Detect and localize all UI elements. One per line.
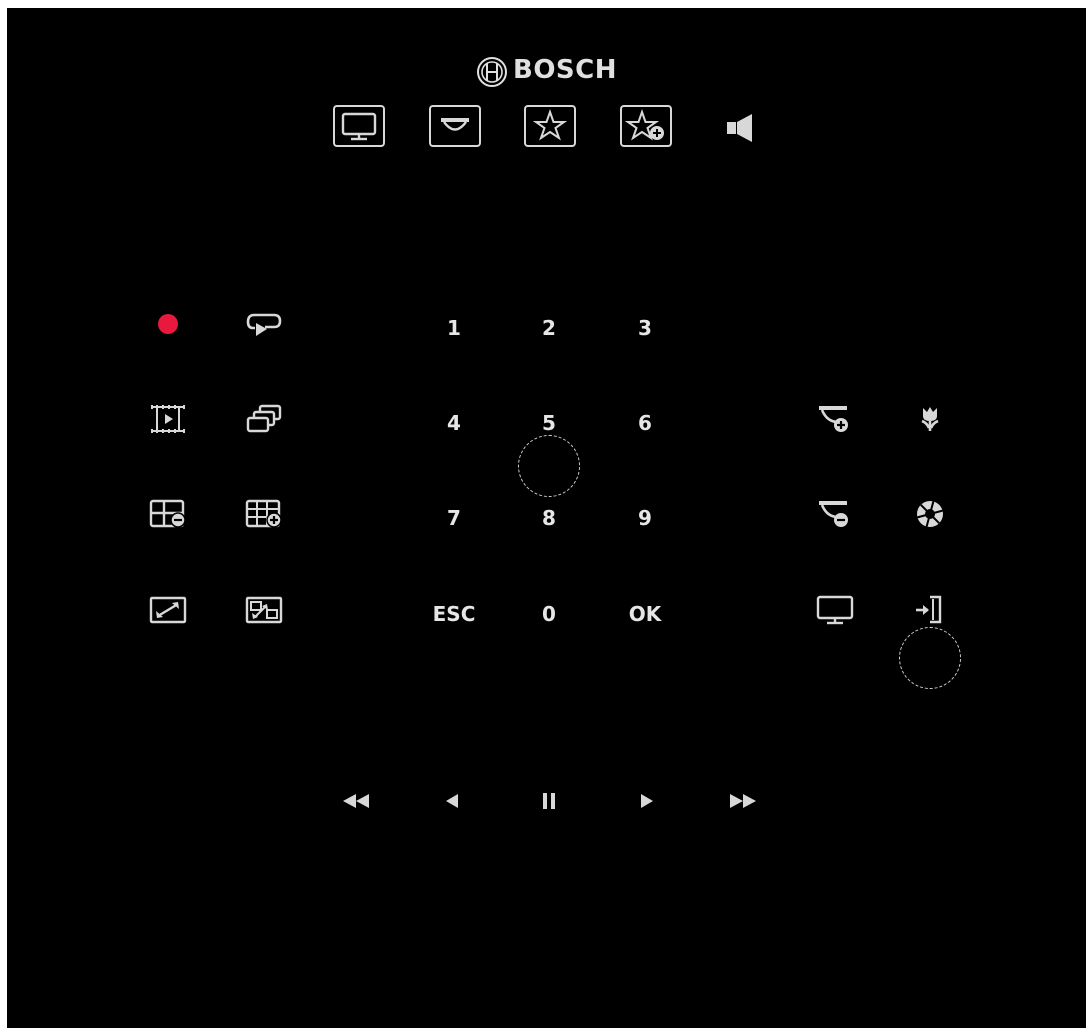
swap-icon [245,596,283,624]
key-3[interactable]: 3 [610,306,680,350]
logout-button[interactable] [908,588,952,632]
pause-icon [543,793,555,809]
layout-minus-icon [149,499,186,528]
key-7[interactable]: 7 [419,496,489,540]
brand-name: BOSCH [513,55,617,85]
key-2[interactable]: 2 [514,306,584,350]
monitor-button[interactable] [333,105,385,147]
iris-button[interactable] [908,492,952,536]
step-back-icon [446,794,458,808]
fast-forward-icon [730,794,756,808]
cascade-windows-button[interactable] [242,397,286,441]
exit-door-icon [916,595,942,624]
key-4[interactable]: 4 [419,401,489,445]
play-button[interactable] [625,781,669,821]
bosch-armature-icon [476,56,508,92]
record-button[interactable] [146,302,190,346]
pause-button[interactable] [527,781,571,821]
dome-camera-icon [429,105,481,147]
film-play-icon [151,405,185,433]
touch-indicator [899,627,961,689]
fast-forward-button[interactable] [721,781,765,821]
swap-view-button[interactable] [242,588,286,632]
camera-zoom-out-icon [819,501,848,527]
key-1[interactable]: 1 [419,306,489,350]
aperture-icon [917,501,943,527]
audio-button[interactable] [718,108,762,148]
replay-icon [246,313,282,336]
key-esc[interactable]: ESC [419,592,489,636]
layout-plus-icon [245,499,282,528]
zoom-out-camera-button[interactable] [813,492,857,536]
zoom-in-camera-button[interactable] [813,397,857,441]
layout-remove-button[interactable] [146,492,190,536]
display-button[interactable] [813,588,857,632]
play-icon [641,794,653,808]
fast-rewind-button[interactable] [334,781,378,821]
monitor-icon [816,595,854,625]
key-ok[interactable]: OK [610,592,680,636]
replay-button[interactable] [242,302,286,346]
key-8[interactable]: 8 [514,496,584,540]
speaker-icon [727,114,752,142]
expand-icon [149,596,187,624]
stacked-windows-icon [246,404,282,433]
fullscreen-button[interactable] [146,588,190,632]
camera-button[interactable] [429,105,481,147]
favorite-button[interactable] [524,105,576,147]
step-back-button[interactable] [430,781,474,821]
key-9[interactable]: 9 [610,496,680,540]
focus-near-button[interactable] [908,397,952,441]
key-6[interactable]: 6 [610,401,680,445]
star-add-icon [620,105,672,147]
key-0[interactable]: 0 [514,592,584,636]
add-favorite-button[interactable] [620,105,672,147]
record-dot-icon [158,314,178,334]
macro-flower-icon [921,407,939,431]
monitor-icon [333,105,385,147]
playback-film-button[interactable] [146,397,190,441]
layout-add-button[interactable] [242,492,286,536]
touch-indicator [518,435,580,497]
star-icon [524,105,576,147]
camera-zoom-in-icon [819,406,848,432]
fast-rewind-icon [343,794,369,808]
